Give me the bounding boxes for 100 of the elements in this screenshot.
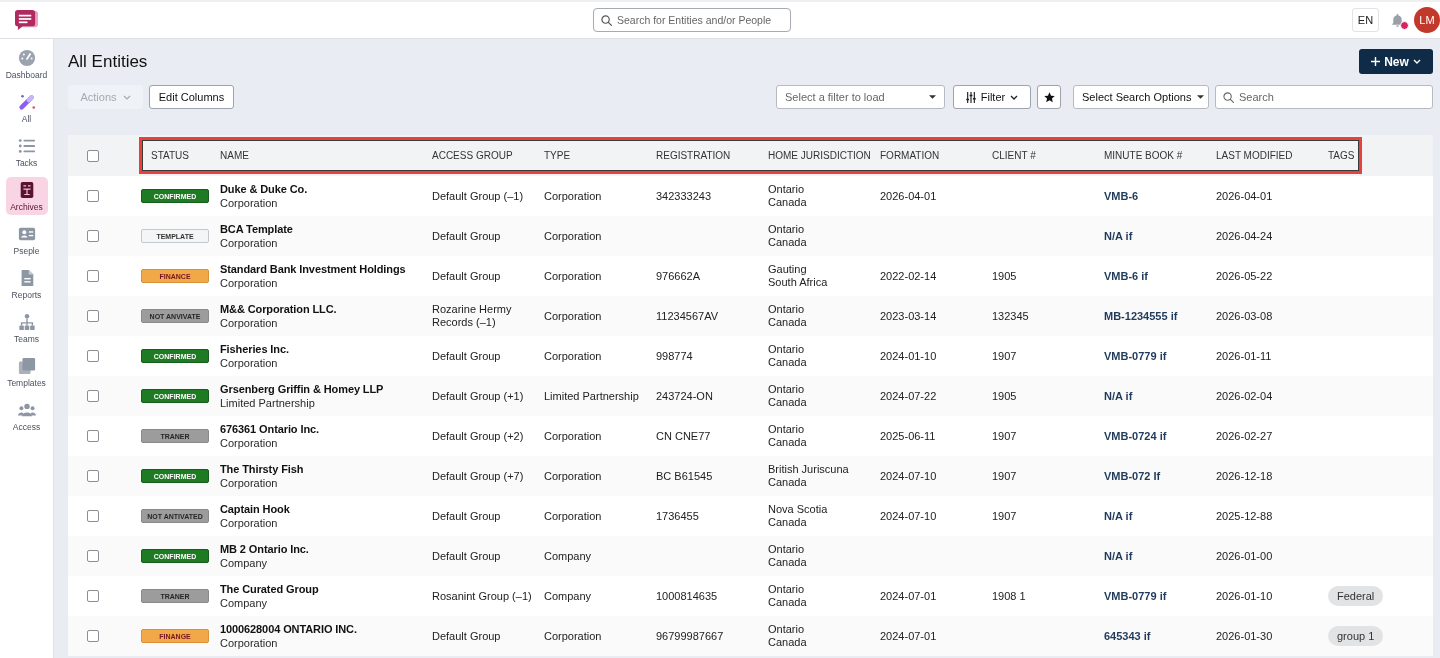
entity-name-link[interactable]: Duke & Duke Co. — [220, 182, 308, 196]
entity-name-link[interactable]: 676361 Ontario Inc. — [220, 422, 319, 436]
entity-name-link[interactable]: Captain Hook — [220, 502, 290, 516]
edit-columns-button[interactable]: Edit Columns — [149, 85, 234, 109]
client-number-text: 1907 — [992, 349, 1017, 363]
minute-book-link[interactable]: VMB-0779 if — [1104, 590, 1167, 602]
sidebar-item[interactable]: Tacks — [5, 133, 48, 171]
jurisdiction-region-text: British Juriscuna — [768, 463, 849, 476]
chevron-down-icon — [122, 94, 131, 100]
row-checkbox[interactable] — [87, 190, 99, 202]
access-group-text: Default Group — [432, 229, 501, 243]
minute-book-link[interactable]: VMB-6 if — [1104, 270, 1148, 282]
last-modified-text: 2026-03-08 — [1216, 309, 1273, 323]
jurisdiction-country-text: Canada — [768, 396, 807, 409]
type-text: Corporation — [544, 269, 602, 283]
filter-button[interactable]: Filter — [953, 85, 1031, 109]
jurisdiction-country-text: Canada — [768, 196, 807, 209]
star-button[interactable] — [1037, 85, 1061, 109]
entity-type-text: Limited Partnership — [220, 396, 315, 410]
sidebar-item[interactable]: Reports — [5, 265, 48, 303]
entity-name-link[interactable]: M&& Corporation LLC. — [220, 302, 337, 316]
entity-name-link[interactable]: The Curated Group — [220, 582, 319, 596]
minute-book-link[interactable]: N/A if — [1104, 230, 1133, 242]
last-modified-text: 2026-12-18 — [1216, 469, 1273, 483]
client-number-text: 1907 — [992, 469, 1017, 483]
avatar[interactable]: LM — [1414, 7, 1440, 33]
registration-text: 976662A — [656, 269, 701, 283]
entity-name-link[interactable]: The Thirsty Fish — [220, 462, 304, 476]
bell-icon[interactable] — [1391, 12, 1404, 28]
jurisdiction-country-text: Canada — [768, 556, 807, 569]
row-checkbox[interactable] — [87, 550, 99, 562]
row-checkbox[interactable] — [87, 630, 99, 642]
row-checkbox[interactable] — [87, 510, 99, 522]
entity-type-text: Corporation — [220, 276, 278, 290]
filter-select[interactable]: Select a filter to load — [776, 85, 945, 109]
sidebar-item[interactable]: Teams — [5, 309, 48, 347]
row-checkbox[interactable] — [87, 270, 99, 282]
new-button[interactable]: New — [1359, 49, 1433, 74]
last-modified-text: 2026-02-27 — [1216, 429, 1273, 443]
type-text: Company — [544, 549, 592, 563]
column-header: TYPE — [544, 150, 571, 161]
entity-name-link[interactable]: Standard Bank Investment Holdings — [220, 262, 406, 276]
row-checkbox[interactable] — [87, 390, 99, 402]
column-header: STATUS — [151, 150, 189, 161]
formation-date-text: 2026-04-01 — [880, 189, 937, 203]
search-field[interactable]: Search for Entities and/or People — [593, 8, 791, 32]
minute-book-link[interactable]: VMB-0724 if — [1104, 430, 1167, 442]
minute-book-link[interactable]: N/A if — [1104, 510, 1133, 522]
last-modified-text: 2025-12-88 — [1216, 509, 1273, 523]
row-checkbox[interactable] — [87, 310, 99, 322]
type-text: Corporation — [544, 189, 602, 203]
sliders-icon — [965, 91, 976, 103]
type-text: Limited Partnership — [544, 389, 639, 403]
client-number-text: 132345 — [992, 309, 1029, 323]
stacked-pages-icon — [17, 356, 36, 375]
column-header: FORMATION — [880, 150, 940, 161]
minute-book-link[interactable]: VMB-072 If — [1104, 470, 1161, 482]
page-title: All Entities — [68, 51, 148, 72]
formation-date-text: 2022-02-14 — [880, 269, 937, 283]
sidebar-item[interactable]: All — [5, 89, 48, 127]
row-checkbox[interactable] — [87, 230, 99, 242]
row-checkbox[interactable] — [87, 470, 99, 482]
column-header: MINUTE BOOK # — [1104, 150, 1183, 161]
entity-type-text: Company — [220, 596, 268, 610]
type-text: Corporation — [544, 469, 602, 483]
select-all-checkbox[interactable] — [87, 149, 99, 162]
access-group-text: Default Group — [432, 509, 501, 523]
jurisdiction-region-text: Gauting — [768, 263, 807, 276]
entity-name-link[interactable]: 1000628004 ONTARIO INC. — [220, 622, 357, 636]
sidebar-item[interactable]: Access — [5, 397, 48, 435]
app-logo-icon[interactable] — [14, 8, 39, 32]
registration-text: 1736455 — [656, 509, 699, 523]
tag-chip[interactable]: Federal — [1328, 586, 1384, 606]
search-icon — [1223, 91, 1234, 103]
sidebar-item[interactable]: Dashboard — [5, 45, 48, 83]
entity-name-link[interactable]: Grsenberg Griffin & Homey LLP — [220, 382, 384, 396]
jurisdiction-country-text: Canada — [768, 476, 807, 489]
jurisdiction-country-text: Canada — [768, 356, 807, 369]
sidebar-item[interactable]: Templates — [5, 353, 48, 391]
minute-book-link[interactable]: MB-1234555 if — [1104, 310, 1178, 322]
row-checkbox[interactable] — [87, 430, 99, 442]
sidebar-item[interactable]: Pseple — [5, 221, 48, 259]
row-checkbox[interactable] — [87, 590, 99, 602]
minute-book-link[interactable]: VMB-6 — [1104, 190, 1139, 202]
entity-name-link[interactable]: BCA Template — [220, 222, 293, 236]
entity-name-link[interactable]: MB 2 Ontario Inc. — [220, 542, 309, 556]
search-field[interactable]: Search — [1215, 85, 1433, 109]
jurisdiction-country-text: South Africa — [768, 276, 828, 289]
client-number-text: 1908 1 — [992, 589, 1026, 603]
minute-book-link[interactable]: VMB-0779 if — [1104, 350, 1167, 362]
search-options-select[interactable]: Select Search Options — [1073, 85, 1209, 109]
row-checkbox[interactable] — [87, 350, 99, 362]
minute-book-link[interactable]: 645343 if — [1104, 630, 1151, 642]
minute-book-link[interactable]: N/A if — [1104, 550, 1133, 562]
minute-book-link[interactable]: N/A if — [1104, 390, 1133, 402]
entity-name-link[interactable]: Fisheries Inc. — [220, 342, 289, 356]
tag-chip[interactable]: group 1 — [1328, 626, 1384, 646]
column-header: REGISTRATION — [656, 150, 731, 161]
language-button[interactable]: EN — [1352, 8, 1379, 32]
sidebar-item[interactable]: Archives — [5, 177, 48, 215]
